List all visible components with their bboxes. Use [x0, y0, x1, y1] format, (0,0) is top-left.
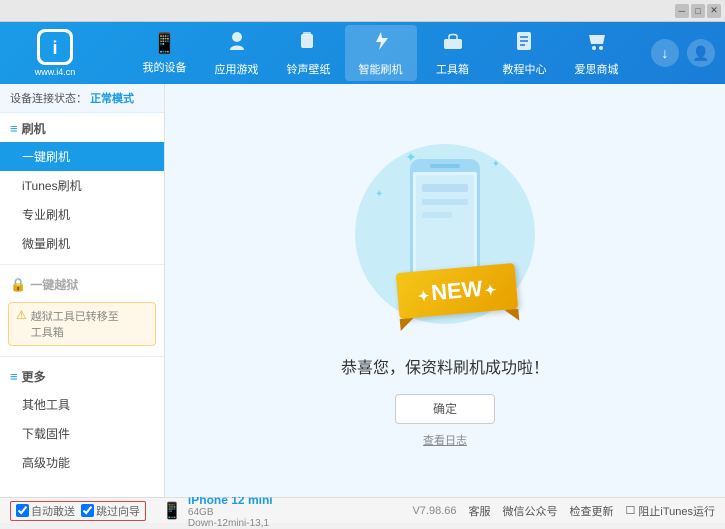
toolbox-icon	[442, 30, 464, 58]
sparkle-3: ✦	[375, 189, 383, 200]
section-flash-label: 刷机	[22, 120, 46, 137]
nav-items: 📱 我的设备 应用游戏 铃声壁纸	[110, 25, 651, 81]
notice-text: 越狱工具已转移至工具箱	[31, 308, 119, 340]
ringtone-icon	[298, 30, 320, 58]
status-value: 正常模式	[90, 93, 134, 105]
nav-toolbox-label: 工具箱	[436, 61, 469, 77]
divider-2	[0, 356, 164, 357]
section-more-header: ≡ 更多	[0, 363, 164, 390]
nav-shop-label: 爱思商城	[575, 61, 619, 77]
nav-smart-flash[interactable]: 智能刷机	[345, 25, 417, 81]
section-more-icon: ≡	[10, 369, 18, 384]
sidebar-section-more: ≡ 更多 其他工具 下载固件 高级功能	[0, 361, 164, 479]
sidebar-status: 设备连接状态： 正常模式	[0, 84, 164, 113]
view-log-link[interactable]: 查看日志	[423, 432, 467, 448]
sidebar: 设备连接状态： 正常模式 ≡ 刷机 一键刷机 iTunes刷机 专业刷机 微量刷…	[0, 84, 165, 497]
divider-1	[0, 264, 164, 265]
wechat-link[interactable]: 微信公众号	[503, 503, 558, 519]
nav-toolbox[interactable]: 工具箱	[417, 25, 489, 81]
nav-shop[interactable]: 爱思商城	[561, 25, 633, 81]
device-storage: 64GB	[188, 507, 273, 518]
section-jailbreak-header: 🔒 一键越狱	[0, 271, 164, 298]
sidebar-item-itunes-flash[interactable]: iTunes刷机	[0, 171, 164, 200]
svg-text:i: i	[52, 38, 57, 58]
title-bar: ─ □ ✕	[0, 0, 725, 22]
bottom-right: V7.98.66 客服 微信公众号 检查更新 ☐ 阻止iTunes运行	[412, 503, 715, 519]
logo-text: www.i4.cn	[35, 67, 76, 77]
status-label: 设备连接状态：	[10, 93, 87, 105]
nav-my-device-label: 我的设备	[143, 59, 187, 75]
nav-tutorial[interactable]: 教程中心	[489, 25, 561, 81]
device-details: iPhone 12 mini 64GB Down-12mini-13,1	[188, 493, 273, 529]
tutorial-icon	[514, 30, 536, 58]
auto-launch-checkbox-wrap[interactable]: 自动敢送	[16, 503, 75, 519]
nav-ringtone-label: 铃声壁纸	[287, 61, 331, 77]
logo-area: i www.i4.cn	[10, 29, 100, 77]
sidebar-section-jailbreak: 🔒 一键越狱 ⚠ 越狱工具已转移至工具箱	[0, 269, 164, 352]
section-flash-icon: ≡	[10, 121, 18, 136]
success-text: 恭喜您，保资料刷机成功啦！	[341, 354, 549, 378]
my-device-icon: 📱	[152, 31, 177, 56]
new-badge: ✦NEW✦	[396, 262, 518, 318]
sidebar-item-one-key-flash[interactable]: 一键刷机	[0, 142, 164, 171]
bottom-left: 自动敢送 跳过向导 📱 iPhone 12 mini 64GB Down-12m…	[10, 493, 412, 529]
sidebar-item-advanced[interactable]: 高级功能	[0, 448, 164, 477]
stop-checkbox-icon: ☐	[626, 504, 636, 517]
apps-icon	[226, 30, 248, 58]
sidebar-item-pro-flash[interactable]: 专业刷机	[0, 200, 164, 229]
content-area: ✦ ✦ ✦ ✦NEW✦	[165, 84, 725, 497]
minimize-btn[interactable]: ─	[675, 4, 689, 18]
nav-apps-label: 应用游戏	[215, 61, 259, 77]
customer-service-link[interactable]: 客服	[469, 503, 491, 519]
smart-flash-icon	[370, 30, 392, 58]
sidebar-item-download-firmware[interactable]: 下载固件	[0, 419, 164, 448]
device-info: 📱 iPhone 12 mini 64GB Down-12mini-13,1	[162, 493, 273, 529]
main: 设备连接状态： 正常模式 ≡ 刷机 一键刷机 iTunes刷机 专业刷机 微量刷…	[0, 84, 725, 497]
sidebar-item-other-tools[interactable]: 其他工具	[0, 390, 164, 419]
section-jailbreak-label: 一键越狱	[30, 276, 78, 293]
checkbox-group: 自动敢送 跳过向导	[10, 501, 146, 521]
version-text: V7.98.66	[412, 505, 456, 517]
skip-wizard-checkbox[interactable]	[81, 504, 94, 517]
skip-wizard-checkbox-wrap[interactable]: 跳过向导	[81, 503, 140, 519]
check-update-link[interactable]: 检查更新	[570, 503, 614, 519]
device-firmware: Down-12mini-13,1	[188, 518, 273, 529]
logo-icon: i	[37, 29, 73, 65]
sidebar-section-flash: ≡ 刷机 一键刷机 iTunes刷机 专业刷机 微量刷机	[0, 113, 164, 260]
stop-label: 阻止iTunes运行	[638, 503, 715, 519]
nav-smart-flash-label: 智能刷机	[359, 61, 403, 77]
section-more-label: 更多	[22, 368, 46, 385]
auto-launch-checkbox[interactable]	[16, 504, 29, 517]
sparkle-2: ✦	[492, 159, 500, 170]
bottom-bar: 自动敢送 跳过向导 📱 iPhone 12 mini 64GB Down-12m…	[0, 497, 725, 523]
auto-launch-label: 自动敢送	[31, 503, 75, 519]
device-icon: 📱	[162, 501, 182, 521]
warning-icon: ⚠	[16, 308, 27, 322]
success-illustration: ✦ ✦ ✦ ✦NEW✦	[345, 134, 545, 344]
nav-my-device[interactable]: 📱 我的设备	[129, 25, 201, 81]
section-flash-header: ≡ 刷机	[0, 115, 164, 142]
nav-apps[interactable]: 应用游戏	[201, 25, 273, 81]
nav-ringtone[interactable]: 铃声壁纸	[273, 25, 345, 81]
download-btn[interactable]: ↓	[651, 39, 679, 67]
header-right: ↓ 👤	[651, 39, 715, 67]
lock-icon: 🔒	[10, 277, 26, 293]
confirm-button[interactable]: 确定	[395, 394, 495, 424]
skip-wizard-label: 跳过向导	[96, 503, 140, 519]
user-btn[interactable]: 👤	[687, 39, 715, 67]
header: i www.i4.cn 📱 我的设备 应用游戏	[0, 22, 725, 84]
shop-icon	[586, 30, 608, 58]
jailbreak-notice: ⚠ 越狱工具已转移至工具箱	[8, 302, 156, 346]
maximize-btn[interactable]: □	[691, 4, 705, 18]
sidebar-item-micro-flash[interactable]: 微量刷机	[0, 229, 164, 258]
close-btn[interactable]: ✕	[707, 4, 721, 18]
nav-tutorial-label: 教程中心	[503, 61, 547, 77]
stop-itunes-btn[interactable]: ☐ 阻止iTunes运行	[626, 503, 715, 519]
